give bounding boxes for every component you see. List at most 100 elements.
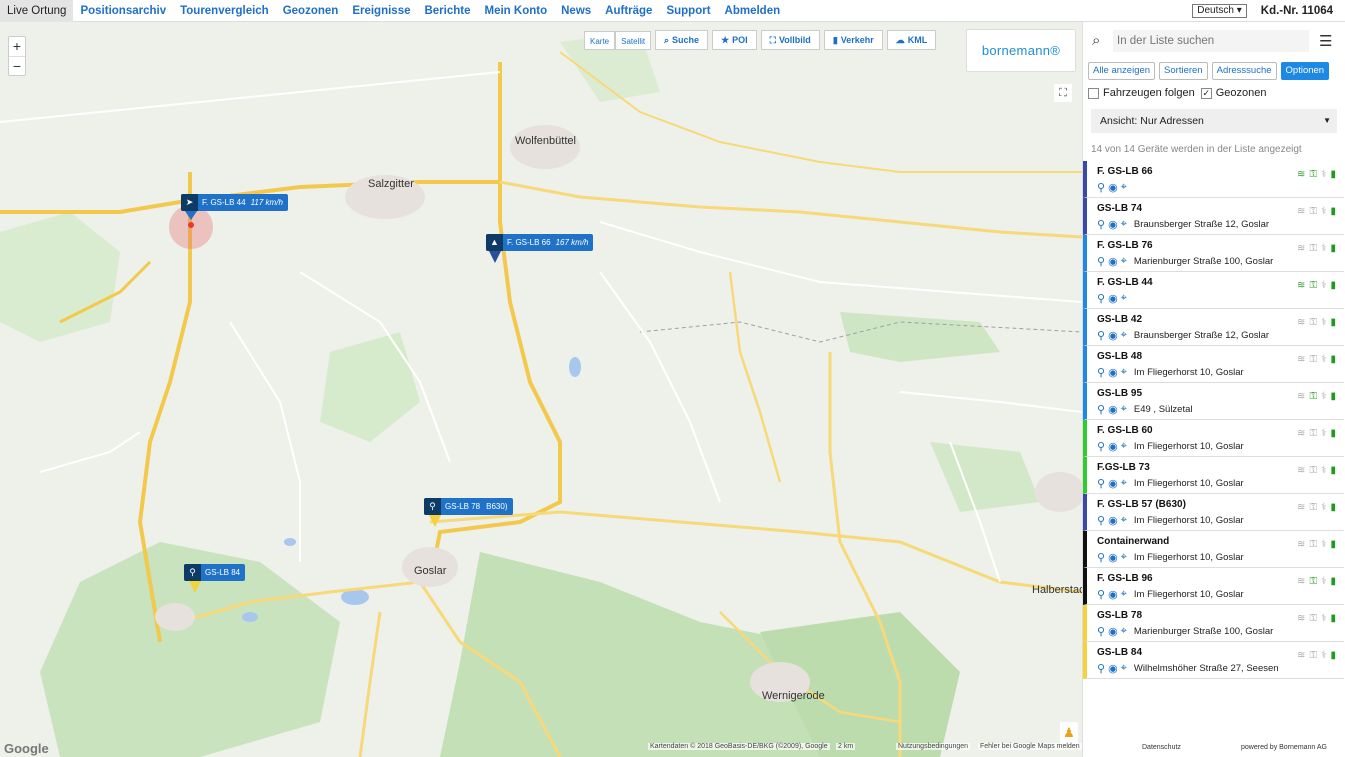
zoom-in-button[interactable]: +	[9, 37, 25, 56]
nav-abmelden[interactable]: Abmelden	[718, 0, 788, 22]
vehicle-row[interactable]: GS-LB 74 ⚲ ◉ ⌖ Braunsberger Straße 12, Gosla…	[1083, 198, 1344, 235]
focus-target-icon[interactable]: ⌖	[1121, 625, 1127, 638]
eye-icon[interactable]: ◉	[1108, 588, 1118, 601]
vehicle-row[interactable]: GS-LB 42 ⚲ ◉ ⌖ Braunsberger Straße 12, Gosla…	[1083, 309, 1344, 346]
nav-tourenvergleich[interactable]: Tourenvergleich	[173, 0, 276, 22]
nav-news[interactable]: News	[554, 0, 598, 22]
options-button[interactable]: Optionen	[1280, 62, 1330, 80]
map-fullscreen-icon[interactable]: ⛶	[1054, 84, 1072, 102]
street-view-pegman-icon[interactable]: ♟	[1060, 722, 1078, 744]
nav-auftraege[interactable]: Aufträge	[598, 0, 659, 22]
eye-icon[interactable]: ◉	[1108, 292, 1118, 305]
vehicle-row[interactable]: F. GS-LB 66 ⚲ ◉ ⌖ ≋ ⚿ ⚕ ▮	[1083, 161, 1344, 198]
nav-support[interactable]: Support	[659, 0, 717, 22]
location-pin-icon[interactable]: ⚲	[1097, 662, 1105, 675]
eye-icon[interactable]: ◉	[1108, 514, 1118, 527]
zoom-out-button[interactable]: −	[9, 56, 25, 75]
location-pin-icon[interactable]: ⚲	[1097, 403, 1105, 416]
focus-target-icon[interactable]: ⌖	[1121, 255, 1127, 268]
location-pin-icon[interactable]: ⚲	[1097, 551, 1105, 564]
eye-icon[interactable]: ◉	[1108, 366, 1118, 379]
focus-target-icon[interactable]: ⌖	[1121, 292, 1127, 305]
nav-positionsarchiv[interactable]: Positionsarchiv	[73, 0, 173, 22]
eye-icon[interactable]: ◉	[1108, 218, 1118, 231]
eye-icon[interactable]: ◉	[1108, 551, 1118, 564]
focus-target-icon[interactable]: ⌖	[1121, 551, 1127, 564]
vehicle-actions: ⚲ ◉ ⌖ Im Fliegerhorst 10, Goslar	[1097, 588, 1244, 601]
eye-icon[interactable]: ◉	[1108, 403, 1118, 416]
poi-button[interactable]: ★ POI	[712, 30, 757, 50]
geozones-checkbox[interactable]: ✓	[1200, 87, 1212, 99]
vehicle-row[interactable]: F. GS-LB 44 ⚲ ◉ ⌖ ≋ ⚿ ⚕ ▮	[1083, 272, 1344, 309]
vehicle-row[interactable]: GS-LB 84 ⚲ ◉ ⌖ Wilhelmshöher Straße 27, Sees…	[1083, 642, 1344, 679]
vehicle-row[interactable]: F. GS-LB 57 (B630) ⚲ ◉ ⌖ Im Fliegerhorst 10,…	[1083, 494, 1344, 531]
nav-berichte[interactable]: Berichte	[417, 0, 477, 22]
privacy-link[interactable]: Datenschutz	[1142, 744, 1181, 751]
terms-link[interactable]: Nutzungsbedingungen	[896, 743, 971, 750]
eye-icon[interactable]: ◉	[1108, 662, 1118, 675]
location-pin-icon[interactable]: ⚲	[1097, 477, 1105, 490]
vehicle-row[interactable]: GS-LB 48 ⚲ ◉ ⌖ Im Fliegerhorst 10, Goslar ≋ ⚿ ⚕…	[1083, 346, 1344, 383]
sort-button[interactable]: Sortieren	[1159, 62, 1208, 80]
fullscreen-button[interactable]: ⛶ Vollbild	[760, 30, 820, 50]
location-pin-icon[interactable]: ⚲	[1097, 255, 1105, 268]
language-select[interactable]: Deutsch ▾	[1192, 4, 1247, 18]
location-pin-icon[interactable]: ⚲	[1097, 218, 1105, 231]
location-pin-icon[interactable]: ⚲	[1097, 181, 1105, 194]
eye-icon[interactable]: ◉	[1108, 255, 1118, 268]
location-pin-icon[interactable]: ⚲	[1097, 366, 1105, 379]
map-type-karte[interactable]: Karte	[584, 31, 616, 50]
focus-target-icon[interactable]: ⌖	[1121, 662, 1127, 675]
nav-live-ortung[interactable]: Live Ortung	[0, 0, 74, 22]
vehicle-row[interactable]: F. GS-LB 60 ⚲ ◉ ⌖ Im Fliegerhorst 10, Goslar…	[1083, 420, 1344, 457]
vehicle-marker-gs-lb-66[interactable]: ▲ F. GS-LB 66 167 km/h	[486, 234, 594, 251]
eye-icon[interactable]: ◉	[1108, 181, 1118, 194]
focus-target-icon[interactable]: ⌖	[1121, 440, 1127, 453]
geozones-label: Geozonen	[1215, 87, 1267, 99]
location-pin-icon[interactable]: ⚲	[1097, 625, 1105, 638]
location-pin-icon[interactable]: ⚲	[1097, 588, 1105, 601]
focus-target-icon[interactable]: ⌖	[1121, 588, 1127, 601]
follow-vehicles-checkbox[interactable]	[1088, 87, 1099, 99]
focus-target-icon[interactable]: ⌖	[1121, 218, 1127, 231]
location-pin-icon[interactable]: ⚲	[1097, 440, 1105, 453]
focus-target-icon[interactable]: ⌖	[1121, 181, 1127, 194]
focus-target-icon[interactable]: ⌖	[1121, 329, 1127, 342]
view-select[interactable]: Ansicht: Nur Adressen ▼	[1091, 109, 1337, 133]
nav-mein-konto[interactable]: Mein Konto	[478, 0, 555, 22]
location-pin-icon[interactable]: ⚲	[1097, 292, 1105, 305]
show-all-button[interactable]: Alle anzeigen	[1088, 62, 1156, 80]
filter-sliders-icon[interactable]: ☰	[1319, 32, 1332, 50]
location-pin-icon[interactable]: ⚲	[1097, 514, 1105, 527]
vehicle-row[interactable]: GS-LB 95 ⚲ ◉ ⌖ E49 , Sülzetal ≋ ⚿ ⚕ ▮	[1083, 383, 1344, 420]
nav-ereignisse[interactable]: Ereignisse	[345, 0, 417, 22]
vehicle-marker-gs-lb-78[interactable]: ⚲ GS-LB 78 B630)	[424, 498, 513, 515]
map-type-satellit[interactable]: Satellit	[615, 31, 652, 50]
vehicle-row[interactable]: GS-LB 78 ⚲ ◉ ⌖ Marienburger Straße 100, Gosl…	[1083, 605, 1344, 642]
address-search-button[interactable]: Adresssuche	[1211, 62, 1277, 80]
search-button[interactable]: ⌕ Suche	[655, 30, 709, 50]
vehicle-row[interactable]: F. GS-LB 96 ⚲ ◉ ⌖ Im Fliegerhorst 10, Goslar…	[1083, 568, 1344, 605]
focus-target-icon[interactable]: ⌖	[1121, 514, 1127, 527]
eye-icon[interactable]: ◉	[1108, 477, 1118, 490]
focus-target-icon[interactable]: ⌖	[1121, 366, 1127, 379]
nav-geozonen[interactable]: Geozonen	[276, 0, 346, 22]
battery-icon: ▮	[1330, 502, 1336, 513]
eye-icon[interactable]: ◉	[1108, 625, 1118, 638]
route-icon: ⚕	[1321, 428, 1327, 439]
focus-target-icon[interactable]: ⌖	[1121, 403, 1127, 416]
eye-icon[interactable]: ◉	[1108, 440, 1118, 453]
vehicle-marker-gs-lb-84[interactable]: ⚲ GS-LB 84	[184, 564, 246, 581]
vehicle-row[interactable]: Containerwand ⚲ ◉ ⌖ Im Fliegerhorst 10, Gosl…	[1083, 531, 1344, 568]
vehicle-row[interactable]: F.GS-LB 73 ⚲ ◉ ⌖ Im Fliegerhorst 10, Goslar ≋…	[1083, 457, 1344, 494]
traffic-button[interactable]: ▮ Verkehr	[823, 30, 883, 50]
location-pin-icon[interactable]: ⚲	[1097, 329, 1105, 342]
list-search-input[interactable]	[1113, 30, 1309, 52]
report-error-link[interactable]: Fehler bei Google Maps melden	[978, 743, 1082, 750]
vehicle-row[interactable]: F. GS-LB 76 ⚲ ◉ ⌖ Marienburger Straße 100, G…	[1083, 235, 1344, 272]
kml-button[interactable]: ☁ KML	[886, 30, 937, 50]
vehicle-marker-gs-lb-44[interactable]: ➤ F. GS-LB 44 117 km/h	[181, 194, 288, 211]
focus-target-icon[interactable]: ⌖	[1121, 477, 1127, 490]
eye-icon[interactable]: ◉	[1108, 329, 1118, 342]
map-view[interactable]: Salzgitter Wolfenbüttel Goslar Halbersta…	[0, 22, 1082, 757]
